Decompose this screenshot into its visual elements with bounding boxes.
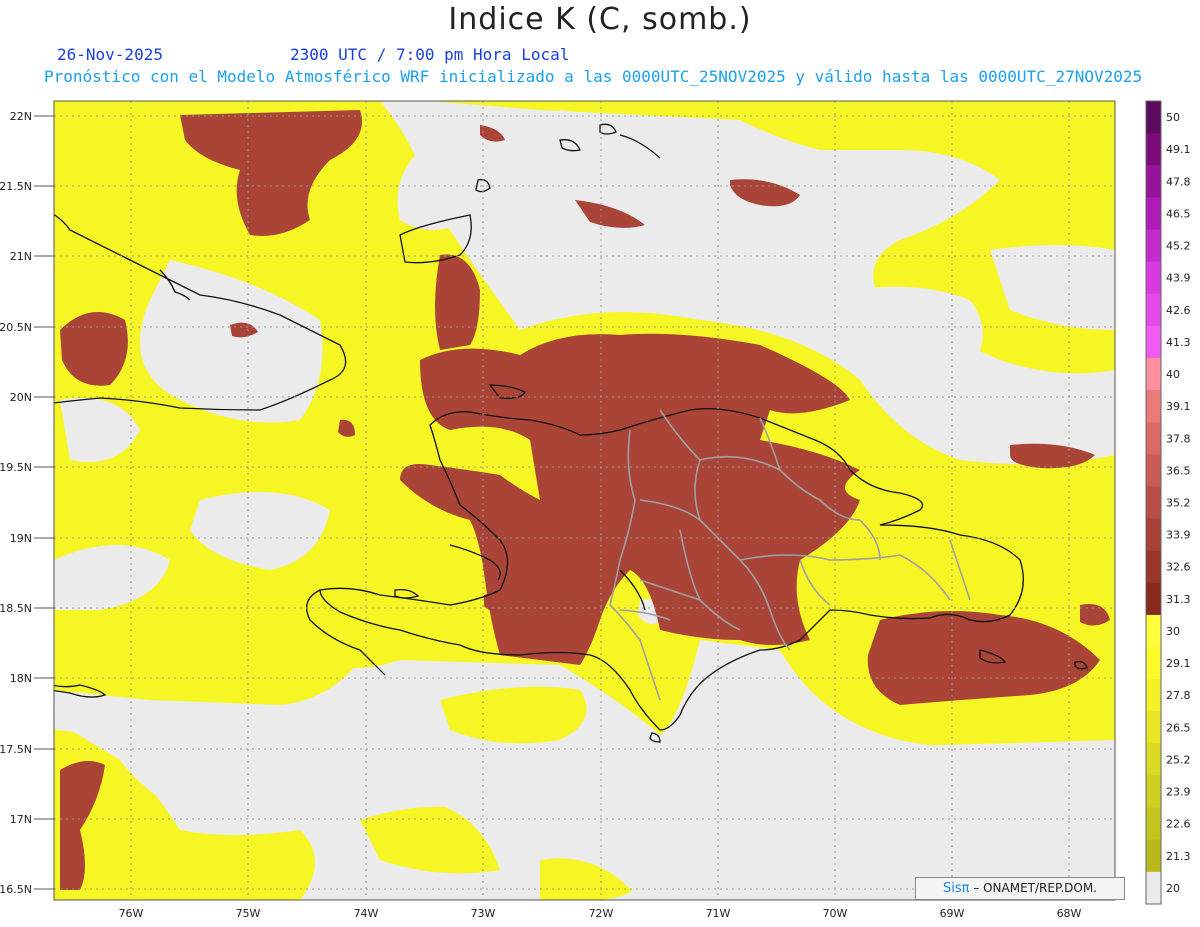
credit-brand: Sisπ — [942, 881, 970, 896]
colorbar-level-label: 23.9 — [1166, 786, 1191, 799]
colorbar-level-label: 33.9 — [1166, 529, 1191, 542]
colorbar-level-label: 42.6 — [1166, 304, 1191, 317]
colorbar-swatch — [1146, 133, 1161, 166]
colorbar-level-label: 30 — [1166, 625, 1180, 638]
colorbar-level-label: 26.5 — [1166, 721, 1191, 734]
colorbar-swatch — [1146, 197, 1161, 230]
longitude-labels: 76W 75W 74W 73W 72W 71W 70W 69W 68W — [119, 907, 1082, 920]
colorbar-level-label: 47.8 — [1166, 175, 1191, 188]
colorbar-swatch — [1146, 101, 1161, 134]
lat-label: 20N — [10, 391, 32, 404]
colorbar-level-label: 41.3 — [1166, 336, 1191, 349]
lon-label: 75W — [236, 907, 261, 920]
colorbar-level-label: 20 — [1166, 882, 1180, 895]
colorbar-swatch — [1146, 743, 1161, 777]
lat-label: 21.5N — [0, 180, 32, 193]
lon-label: 70W — [823, 907, 848, 920]
colorbar-level-label: 50 — [1166, 111, 1180, 124]
colorbar-swatch — [1146, 679, 1161, 712]
colorbar-swatch — [1146, 293, 1161, 327]
colorbar-swatch — [1146, 871, 1161, 905]
colorbar-level-label: 31.3 — [1166, 593, 1191, 606]
colorbar-swatch — [1146, 261, 1161, 295]
lat-label: 19.5N — [0, 461, 32, 474]
lon-label: 72W — [589, 907, 614, 920]
lon-label: 76W — [119, 907, 144, 920]
colorbar-level-label: 43.9 — [1166, 272, 1191, 285]
colorbar-swatch — [1146, 229, 1161, 263]
colorbar-level-label: 35.2 — [1166, 497, 1191, 510]
colorbar-level-label: 32.6 — [1166, 561, 1191, 574]
colorbar-level-label: 37.8 — [1166, 432, 1191, 445]
colorbar-swatch — [1146, 518, 1161, 552]
lat-label: 20.5N — [0, 321, 32, 334]
colorbar-level-label: 40 — [1166, 368, 1180, 381]
latitude-labels: 22N 21.5N 21N 20.5N 20N 19.5N 19N 18.5N … — [0, 110, 32, 896]
colorbar-swatch — [1146, 454, 1161, 487]
latitude-ticks — [34, 115, 54, 890]
lat-label: 18.5N — [0, 602, 32, 615]
colorbar-swatch — [1146, 390, 1161, 423]
colorbar-level-label: 25.2 — [1166, 753, 1191, 766]
colorbar-level-label: 27.8 — [1166, 689, 1191, 702]
colorbar-level-label: 49.1 — [1166, 143, 1191, 156]
lat-label: 17.5N — [0, 743, 32, 756]
colorbar-level-label: 46.5 — [1166, 207, 1191, 220]
credit-text: – ONAMET/REP.DOM. — [973, 881, 1097, 895]
colorbar-swatch — [1146, 325, 1161, 359]
colorbar-swatch — [1146, 582, 1161, 616]
colorbar: 50 49.1 47.8 46.5 45.2 43.9 42.6 41.3 40 39.1 37.8… — [1145, 100, 1191, 905]
colorbar-swatch — [1146, 486, 1161, 520]
lon-label: 71W — [706, 907, 731, 920]
lat-label: 17N — [10, 813, 32, 826]
lat-label: 21N — [10, 250, 32, 263]
lat-label: 22N — [10, 110, 32, 123]
colorbar-level-label: 45.2 — [1166, 240, 1191, 253]
colorbar-swatch — [1146, 807, 1161, 841]
lat-label: 19N — [10, 532, 32, 545]
lat-label: 18N — [10, 672, 32, 685]
lon-label: 69W — [940, 907, 965, 920]
colorbar-swatch — [1146, 775, 1161, 809]
colorbar-level-label: 29.1 — [1166, 657, 1191, 670]
colorbar-level-label: 22.6 — [1166, 818, 1191, 831]
lon-label: 73W — [471, 907, 496, 920]
lat-label: 16.5N — [0, 883, 32, 896]
colorbar-swatch — [1146, 550, 1161, 584]
colorbar-swatch — [1146, 357, 1161, 391]
colorbar-swatch — [1146, 839, 1161, 873]
colorbar-swatch — [1146, 647, 1161, 680]
lon-label: 68W — [1057, 907, 1082, 920]
colorbar-swatch — [1146, 711, 1161, 744]
colorbar-swatch — [1146, 422, 1161, 455]
colorbar-level-label: 39.1 — [1166, 400, 1191, 413]
lon-label: 74W — [354, 907, 379, 920]
map-canvas: 22N 21.5N 21N 20.5N 20N 19.5N 19N 18.5N … — [0, 100, 1191, 920]
colorbar-swatch — [1146, 165, 1161, 198]
colorbar-level-label: 21.3 — [1166, 850, 1191, 863]
colorbar-swatch — [1146, 614, 1161, 648]
colorbar-level-label: 36.5 — [1166, 464, 1191, 477]
credit-box: Sisπ – ONAMET/REP.DOM. — [915, 877, 1125, 900]
